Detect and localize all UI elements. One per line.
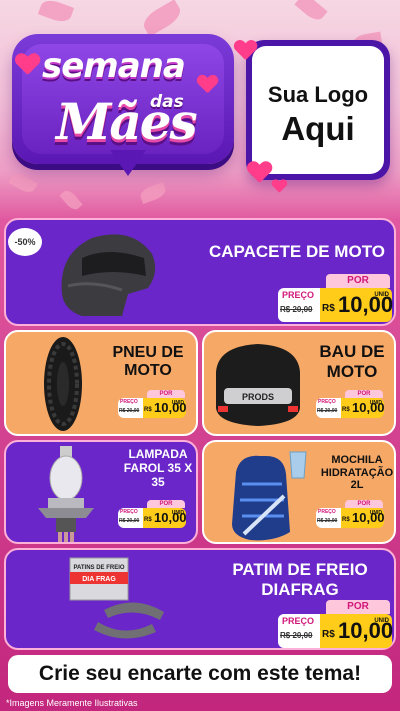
headlight-bulb-image (38, 446, 94, 542)
tire-image (44, 337, 82, 431)
disclaimer: *Imagens Meramente Ilustrativas (6, 698, 138, 708)
price-tag: POR PREÇO R$ 20,00 R$ 10,00 UNID (118, 390, 187, 418)
product-name: BAU DE MOTO (319, 342, 385, 381)
heart-icon (197, 75, 217, 93)
product-card-tire[interactable]: PNEU DE MOTO (4, 330, 198, 436)
price-currency: R$ (342, 407, 350, 413)
logo-placeholder: Sua Logo Aqui (246, 40, 390, 180)
petal-decoration (37, 0, 75, 25)
price-old-box: PREÇO R$ 20,00 (316, 398, 341, 418)
price-preco-label: PREÇO (318, 399, 336, 405)
price-preco-label: PREÇO (282, 616, 315, 626)
price-preco-label: PREÇO (318, 509, 336, 515)
price-current-box: R$ 10,00 UNID (143, 508, 187, 528)
price-preco-label: PREÇO (120, 399, 138, 405)
hydration-backpack-image (232, 451, 307, 541)
price-old-value: R$ 20,00 (317, 518, 338, 524)
brake-shoe-brand: DIA FRAG (82, 576, 116, 583)
discount-badge: -50% (8, 228, 42, 256)
title-semana: semana (42, 46, 186, 86)
product-name: PATIM DE FREIO DIAFRAG (232, 560, 368, 599)
price-currency: R$ (342, 517, 350, 523)
brake-shoe-box-label: PATINS DE FREIO (73, 565, 124, 571)
price-old-value: R$ 20,00 (119, 408, 140, 414)
price-currency: R$ (322, 303, 335, 314)
price-old-value: R$ 20,00 (280, 305, 313, 314)
price-por-label: POR (345, 390, 383, 398)
price-unit: UNID (369, 510, 382, 516)
price-currency: R$ (144, 517, 152, 523)
top-case-image: PRODS (216, 344, 300, 426)
price-current-box: R$ 10,00 UNID (320, 288, 393, 322)
logo-text-line1: Sua Logo (267, 82, 369, 107)
product-card-bulb[interactable]: LAMPADA FAROL 35 X 35 (4, 440, 198, 544)
price-unit: UNID (171, 400, 184, 406)
price-tag: POR PREÇO R$ 20,00 R$ 10,00 UNID (316, 390, 385, 418)
product-name: CAPACETE DE MOTO (209, 242, 385, 261)
banner-tail (110, 150, 146, 176)
price-current-box: R$ 10,00 UNID (143, 398, 187, 418)
price-preco-label: PREÇO (120, 509, 138, 515)
title-das: das (150, 92, 184, 112)
price-old-box: PREÇO R$ 20,00 (118, 508, 143, 528)
price-currency: R$ (144, 407, 152, 413)
petal-decoration (138, 181, 168, 205)
heart-icon (247, 162, 270, 183)
price-tag: POR PREÇO R$ 20,00 R$ 10,00 UNID (278, 274, 393, 322)
cta-footer[interactable]: Crie seu encarte com este tema! (8, 655, 392, 693)
price-current-box: R$ 10,00 UNID (341, 398, 385, 418)
petal-decoration (139, 0, 185, 37)
price-currency: R$ (322, 629, 335, 640)
product-name: LAMPADA FAROL 35 X 35 (123, 447, 193, 489)
price-unit: UNID (374, 618, 389, 624)
heart-icon (234, 40, 256, 59)
price-old-box: PREÇO R$ 20,00 (316, 508, 341, 528)
product-card-backpack[interactable]: MOCHILA HIDRATAÇÃO 2L (202, 440, 396, 544)
product-card-top-case[interactable]: PRODS BAU DE MOTO (202, 330, 396, 436)
petal-decoration (8, 170, 38, 196)
price-unit: UNID (171, 510, 184, 516)
price-tag: POR PREÇO R$ 20,00 R$ 10,00 UNID (118, 500, 187, 528)
petal-decoration (294, 0, 328, 24)
price-preco-label: PREÇO (282, 290, 315, 300)
brake-shoe-image: PATINS DE FREIO DIA FRAG (69, 557, 164, 639)
product-name: MOCHILA HIDRATAÇÃO 2L (320, 454, 394, 492)
price-por-label: POR (326, 600, 390, 614)
price-tag: POR PREÇO R$ 20,00 R$ 10,00 UNID (278, 600, 393, 648)
price-por-label: POR (147, 500, 185, 508)
price-old-box: PREÇO R$ 20,00 (118, 398, 143, 418)
price-por-label: POR (326, 274, 390, 288)
price-por-label: POR (345, 500, 383, 508)
helmet-image (61, 234, 156, 316)
price-old-value: R$ 20,00 (280, 631, 313, 640)
flyer: semana Mães das Sua Logo Aqui CAPACETE D… (0, 0, 400, 711)
product-name: PNEU DE MOTO (112, 344, 184, 380)
logo-text-line2: Aqui (281, 110, 355, 147)
price-current-box: R$ 10,00 UNID (320, 614, 393, 648)
price-tag: POR PREÇO R$ 20,00 R$ 10,00 UNID (316, 500, 385, 528)
price-old-box: PREÇO R$ 20,00 (278, 614, 320, 648)
price-old-value: R$ 20,00 (317, 408, 338, 414)
heart-icon (15, 54, 38, 75)
petal-decoration (59, 187, 83, 213)
heart-icon (272, 180, 286, 193)
price-unit: UNID (374, 292, 389, 298)
price-por-label: POR (147, 390, 185, 398)
top-case-brand: PRODS (242, 392, 274, 402)
price-current-box: R$ 10,00 UNID (341, 508, 385, 528)
price-old-value: R$ 20,00 (119, 518, 140, 524)
price-unit: UNID (369, 400, 382, 406)
price-old-box: PREÇO R$ 20,00 (278, 288, 320, 322)
